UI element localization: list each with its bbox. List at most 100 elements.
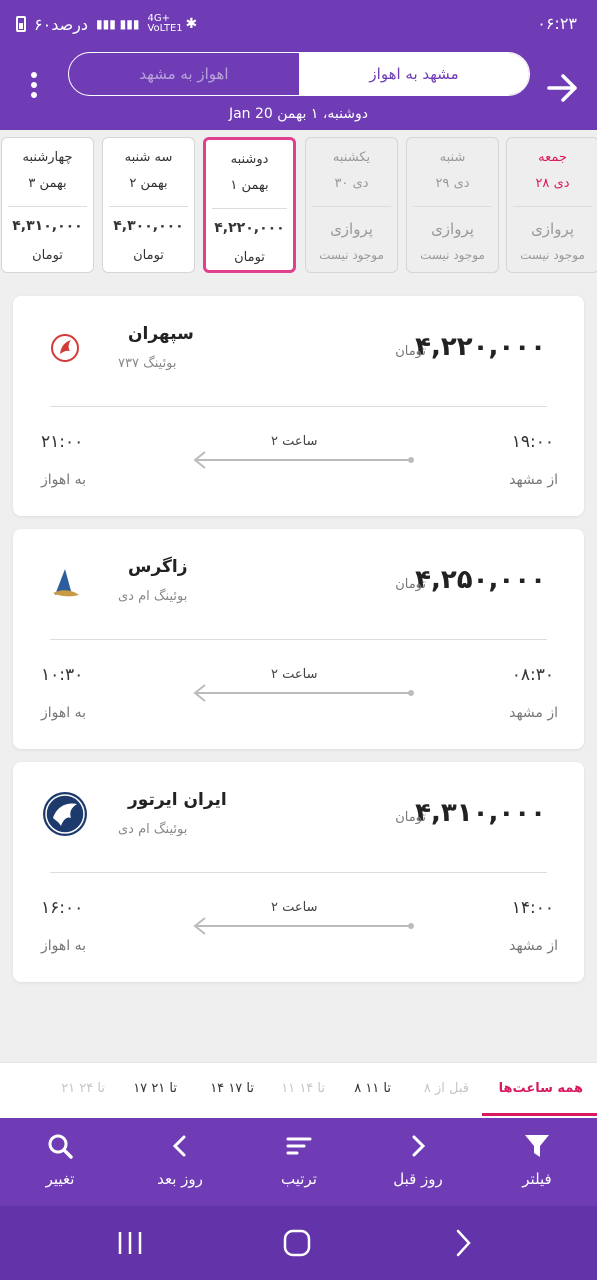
sort-label: ترتیب	[281, 1170, 317, 1188]
chevron-right-icon	[412, 1135, 426, 1157]
status-icons: ۶۰درصد ▮▮▮ ▮▮▮ 4G+ VoLTE1 ✱	[16, 14, 197, 34]
flight-currency: تومان	[395, 344, 426, 359]
date-card-date: ۱ بهمن	[230, 178, 269, 193]
date-card[interactable]: جمعه ۲۸ دی پروازی موجود نیست	[506, 137, 597, 273]
change-search-button[interactable]: تغییر	[10, 1118, 110, 1206]
flight-price: ۴,۲۲۰,۰۰۰	[415, 332, 546, 362]
date-card-date: ۲۸ دی	[535, 176, 570, 191]
arrow-right-icon[interactable]	[545, 70, 581, 106]
no-flight-label: پروازی	[531, 220, 574, 238]
date-card-price: ۴,۳۰۰,۰۰۰	[113, 218, 184, 234]
filter-button[interactable]: فیلتر	[487, 1118, 587, 1206]
date-card-date: ۲ بهمن	[129, 176, 168, 191]
status-time: ۰۶:۲۳	[537, 14, 577, 33]
flight-card[interactable]: ۴,۳۱۰,۰۰۰ تومان ایران ایرتور بوئینگ ام د…	[13, 762, 584, 982]
hour-filter-before-8[interactable]: قبل از ۸	[424, 1081, 469, 1096]
next-day-label: روز بعد	[157, 1170, 203, 1188]
flight-duration: ۲ ساعت	[271, 434, 318, 449]
sort-icon	[286, 1137, 312, 1155]
home-icon[interactable]	[282, 1228, 312, 1258]
divider	[8, 206, 87, 207]
airline-name: ایران ایرتور	[128, 790, 227, 810]
destination-label: به اهواز	[41, 472, 87, 488]
back-icon[interactable]	[452, 1228, 474, 1258]
no-flight-sublabel: موجود نیست	[319, 248, 384, 262]
chevron-left-icon	[172, 1135, 186, 1157]
signal-icon: ▮▮▮ ▮▮▮	[96, 17, 140, 31]
search-icon	[48, 1134, 73, 1159]
origin-label: از مشهد	[509, 472, 558, 488]
no-flight-label: پروازی	[431, 220, 474, 238]
airline-name: زاگرس	[128, 557, 188, 577]
iran-airtour-logo-icon	[43, 792, 87, 836]
destination-label: به اهواز	[41, 705, 87, 721]
date-card-currency: تومان	[133, 248, 164, 263]
sepehran-logo-icon	[51, 334, 79, 362]
route-toggle: مشهد به اهواز اهواز به مشهد	[68, 52, 530, 96]
date-card-day: چهارشنبه	[22, 150, 73, 165]
date-card-price: ۴,۳۱۰,۰۰۰	[12, 218, 83, 234]
arrival-time: ۱۰:۳۰	[41, 665, 84, 685]
date-card-day: سه شنبه	[124, 150, 173, 165]
previous-day-button[interactable]: روز قبل	[368, 1118, 468, 1206]
header: مشهد به اهواز اهواز به مشهد دوشنبه، ۱ به…	[0, 50, 597, 130]
hour-filter-all[interactable]: همه ساعت‌ها	[499, 1081, 583, 1096]
divider	[513, 206, 592, 207]
divider	[50, 639, 547, 640]
battery-text: ۶۰درصد	[34, 14, 89, 34]
hour-filter-17-21[interactable]: ۱۷ تا ۲۱	[133, 1081, 177, 1096]
divider	[50, 872, 547, 873]
hour-filter-8-11[interactable]: ۸ تا ۱۱	[354, 1081, 391, 1096]
date-card-price: ۴,۲۲۰,۰۰۰	[214, 220, 285, 236]
date-card-date: ۲۹ دی	[435, 176, 470, 191]
active-tab-indicator	[482, 1113, 597, 1116]
more-menu-icon[interactable]	[26, 72, 42, 102]
recent-apps-icon[interactable]	[116, 1230, 144, 1256]
hour-filter-14-17[interactable]: ۱۴ تا ۱۷	[210, 1081, 254, 1096]
date-strip: جمعه ۲۸ دی پروازی موجود نیست شنبه ۲۹ دی …	[0, 136, 597, 276]
date-card-currency: تومان	[234, 250, 265, 265]
date-card[interactable]: چهارشنبه ۳ بهمن ۴,۳۱۰,۰۰۰ تومان	[1, 137, 94, 273]
battery-icon	[16, 16, 26, 32]
flight-duration: ۲ ساعت	[271, 667, 318, 682]
filter-label: فیلتر	[522, 1170, 552, 1188]
departure-time: ۱۴:۰۰	[511, 898, 554, 918]
bottom-action-bar: فیلتر روز قبل ترتیب روز بعد تغییر	[0, 1118, 597, 1206]
hour-filter-21-24[interactable]: ۲۱ تا ۲۴	[61, 1081, 105, 1096]
origin-label: از مشهد	[509, 705, 558, 721]
route-arrow-icon	[193, 917, 414, 935]
date-card[interactable]: سه شنبه ۲ بهمن ۴,۳۰۰,۰۰۰ تومان	[102, 137, 195, 273]
tab-return[interactable]: اهواز به مشهد	[69, 53, 299, 95]
sort-button[interactable]: ترتیب	[249, 1118, 349, 1206]
no-flight-label: پروازی	[330, 220, 373, 238]
divider	[312, 206, 391, 207]
arrival-time: ۲۱:۰۰	[41, 432, 84, 452]
route-arrow-icon	[193, 684, 414, 702]
divider	[50, 406, 547, 407]
network-text: 4G+ VoLTE1	[147, 13, 183, 34]
flight-currency: تومان	[395, 810, 426, 825]
airline-name: سپهران	[128, 324, 194, 344]
date-card-day: دوشنبه	[230, 152, 269, 167]
tab-outbound[interactable]: مشهد به اهواز	[299, 53, 529, 95]
date-card-selected[interactable]: دوشنبه ۱ بهمن ۴,۲۲۰,۰۰۰ تومان	[203, 137, 296, 273]
divider	[413, 206, 492, 207]
date-card-currency: تومان	[32, 248, 63, 263]
change-label: تغییر	[45, 1170, 75, 1188]
date-card[interactable]: شنبه ۲۹ دی پروازی موجود نیست	[406, 137, 499, 273]
date-card-day: شنبه	[439, 150, 466, 165]
zagros-logo-icon	[53, 569, 79, 597]
bluetooth-icon: ✱	[185, 16, 198, 32]
next-day-button[interactable]: روز بعد	[130, 1118, 230, 1206]
origin-label: از مشهد	[509, 938, 558, 954]
hour-filter-11-14[interactable]: ۱۱ تا ۱۴	[281, 1081, 325, 1096]
flight-card[interactable]: ۴,۲۲۰,۰۰۰ تومان سپهران بوئینگ ۷۳۷ ۱۹:۰۰ …	[13, 296, 584, 516]
date-card-date: ۳ بهمن	[28, 176, 67, 191]
date-card[interactable]: یکشنبه ۳۰ دی پروازی موجود نیست	[305, 137, 398, 273]
flight-card[interactable]: ۴,۲۵۰,۰۰۰ تومان زاگرس بوئینگ ام دی ۰۸:۳۰…	[13, 529, 584, 749]
divider	[212, 208, 287, 209]
route-arrow-icon	[193, 451, 414, 469]
aircraft-type: بوئینگ ام دی	[118, 589, 188, 604]
date-card-day: یکشنبه	[332, 150, 371, 165]
divider	[109, 206, 188, 207]
